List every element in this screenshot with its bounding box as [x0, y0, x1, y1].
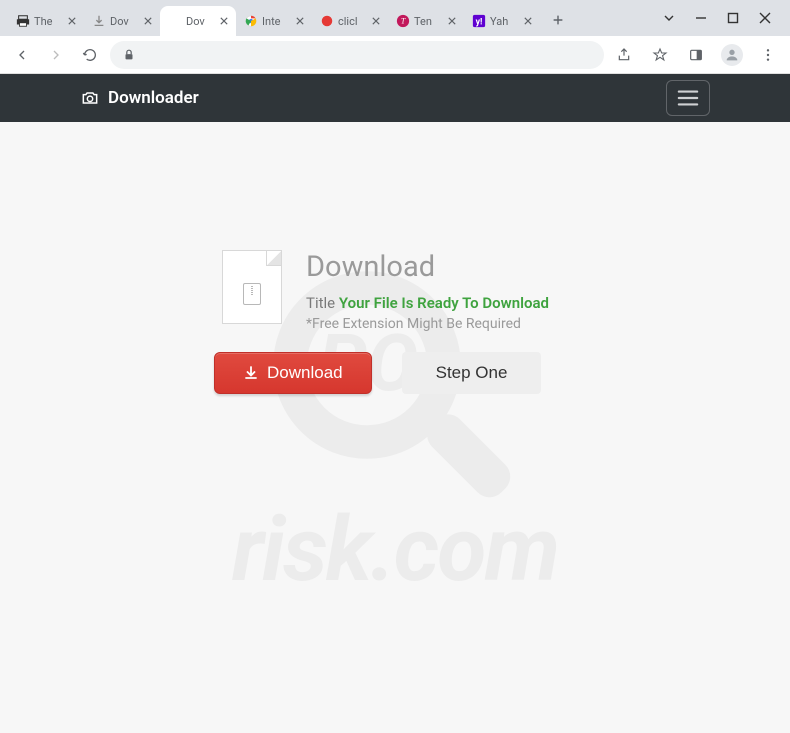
- tab-0[interactable]: The: [8, 6, 84, 36]
- zip-file-icon: [222, 250, 282, 324]
- chevron-down-icon[interactable]: [662, 11, 676, 25]
- lock-icon: [122, 48, 136, 62]
- purple-t-icon: T: [396, 14, 410, 28]
- tab-6[interactable]: y! Yah: [464, 6, 540, 36]
- camera-icon: [80, 88, 100, 108]
- close-icon[interactable]: [294, 15, 306, 27]
- page-header: Downloader: [0, 74, 790, 122]
- close-icon[interactable]: [446, 15, 458, 27]
- browser-toolbar: [0, 36, 790, 74]
- browser-titlebar: The Dov Dov Inte clicl T Ten: [0, 0, 790, 36]
- download-button[interactable]: Download: [214, 352, 372, 394]
- minimize-button[interactable]: [694, 11, 708, 25]
- tab-title: Dov: [186, 15, 214, 28]
- tab-2-active[interactable]: Dov: [160, 6, 236, 36]
- tab-1[interactable]: Dov: [84, 6, 160, 36]
- tab-4[interactable]: clicl: [312, 6, 388, 36]
- close-window-button[interactable]: [758, 11, 772, 25]
- tab-title: The: [34, 15, 62, 28]
- tab-5[interactable]: T Ten: [388, 6, 464, 36]
- back-button[interactable]: [8, 41, 36, 69]
- page-content: PC risk.com Download Title Your File Is …: [0, 122, 790, 733]
- address-bar[interactable]: [110, 41, 604, 69]
- hamburger-button[interactable]: [666, 80, 710, 116]
- tab-title: Yah: [490, 15, 518, 28]
- brand: Downloader: [80, 88, 199, 108]
- title-label: Title: [306, 294, 335, 312]
- tab-title: Dov: [110, 15, 138, 28]
- close-icon[interactable]: [370, 15, 382, 27]
- svg-text:T: T: [401, 17, 406, 26]
- tab-title: clicl: [338, 15, 366, 28]
- reload-button[interactable]: [76, 41, 104, 69]
- side-panel-icon[interactable]: [682, 41, 710, 69]
- bookmark-icon[interactable]: [646, 41, 674, 69]
- menu-icon[interactable]: [754, 41, 782, 69]
- tab-title: Inte: [262, 15, 290, 28]
- step-one-button[interactable]: Step One: [402, 352, 542, 394]
- close-icon[interactable]: [522, 15, 534, 27]
- window-controls: [662, 0, 790, 36]
- new-tab-button[interactable]: [544, 6, 572, 34]
- close-icon[interactable]: [142, 15, 154, 27]
- share-icon[interactable]: [610, 41, 638, 69]
- profile-avatar[interactable]: [718, 41, 746, 69]
- forward-button[interactable]: [42, 41, 70, 69]
- tab-3[interactable]: Inte: [236, 6, 312, 36]
- title-value: Your File Is Ready To Download: [339, 294, 549, 312]
- tab-strip: The Dov Dov Inte clicl T Ten: [8, 6, 572, 36]
- brand-text: Downloader: [108, 88, 199, 108]
- watermark: PC risk.com: [0, 122, 790, 733]
- download-button-label: Download: [267, 363, 343, 383]
- svg-text:y!: y!: [476, 18, 483, 28]
- maximize-button[interactable]: [726, 11, 740, 25]
- download-arrow-icon: [243, 365, 259, 381]
- close-icon[interactable]: [218, 15, 230, 27]
- download-icon: [92, 14, 106, 28]
- close-icon[interactable]: [66, 15, 78, 27]
- yahoo-icon: y!: [472, 14, 486, 28]
- printer-icon: [16, 14, 30, 28]
- hamburger-icon: [677, 89, 699, 107]
- tab-title: Ten: [414, 15, 442, 28]
- title-line: Title Your File Is Ready To Download: [306, 294, 549, 312]
- red-dot-icon: [320, 14, 334, 28]
- note-line: *Free Extension Might Be Required: [306, 316, 549, 332]
- chrome-icon: [244, 14, 258, 28]
- blank-favicon-icon: [168, 14, 182, 28]
- watermark-text: risk.com: [232, 497, 558, 602]
- download-heading: Download: [306, 250, 549, 284]
